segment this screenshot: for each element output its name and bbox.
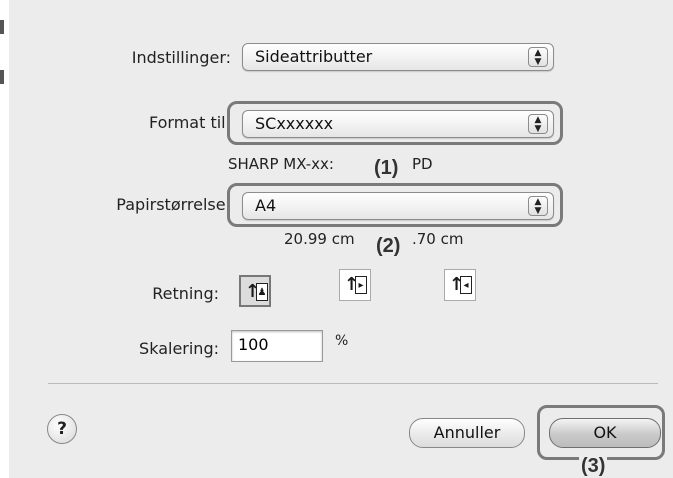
- printer-description-left: SHARP MX-xx:: [228, 155, 334, 173]
- landscape-left-page-icon: ▸: [355, 276, 367, 294]
- callout-highlight-2: [227, 183, 563, 227]
- callout-highlight-3: [537, 405, 665, 460]
- orientation-landscape-right-button[interactable]: ↑ ◂: [444, 269, 476, 301]
- settings-popup[interactable]: Sideattributter ▲ ▼: [242, 43, 554, 71]
- callout-label-1: (1): [372, 157, 401, 179]
- scale-label: Skalering:: [139, 339, 219, 358]
- edge-mark: [0, 70, 4, 84]
- callout-label-2: (2): [374, 235, 403, 257]
- settings-popup-value: Sideattributter: [255, 47, 373, 66]
- help-icon[interactable]: ?: [47, 414, 77, 444]
- cancel-button[interactable]: Annuller: [409, 418, 525, 448]
- format-label: Format til:: [148, 113, 231, 132]
- portrait-page-icon: ♟: [256, 283, 268, 301]
- printer-description-right: PD: [412, 155, 433, 173]
- edge-mark: [0, 20, 4, 34]
- orientation-landscape-left-button[interactable]: ↑ ▸: [339, 269, 371, 301]
- scale-field[interactable]: [231, 330, 328, 362]
- orientation-portrait-button[interactable]: ↑ ♟: [239, 275, 271, 307]
- settings-label: Indstillinger:: [131, 48, 231, 67]
- paper-dimensions-left: 20.99 cm: [284, 230, 355, 248]
- page-setup-dialog: Indstillinger: Sideattributter ▲ ▼ Format…: [9, 0, 673, 478]
- up-down-stepper-icon: ▲ ▼: [528, 47, 548, 67]
- landscape-right-page-icon: ◂: [460, 276, 472, 294]
- callout-label-3: (3): [579, 455, 608, 477]
- paper-size-label: Papirstørrelse:: [116, 195, 231, 214]
- divider: [48, 383, 658, 384]
- scale-input[interactable]: [232, 331, 328, 358]
- callout-highlight-1: [227, 101, 563, 145]
- orientation-label: Retning:: [152, 284, 219, 303]
- scale-unit: %: [335, 333, 349, 349]
- paper-dimensions-right: .70 cm: [412, 230, 464, 248]
